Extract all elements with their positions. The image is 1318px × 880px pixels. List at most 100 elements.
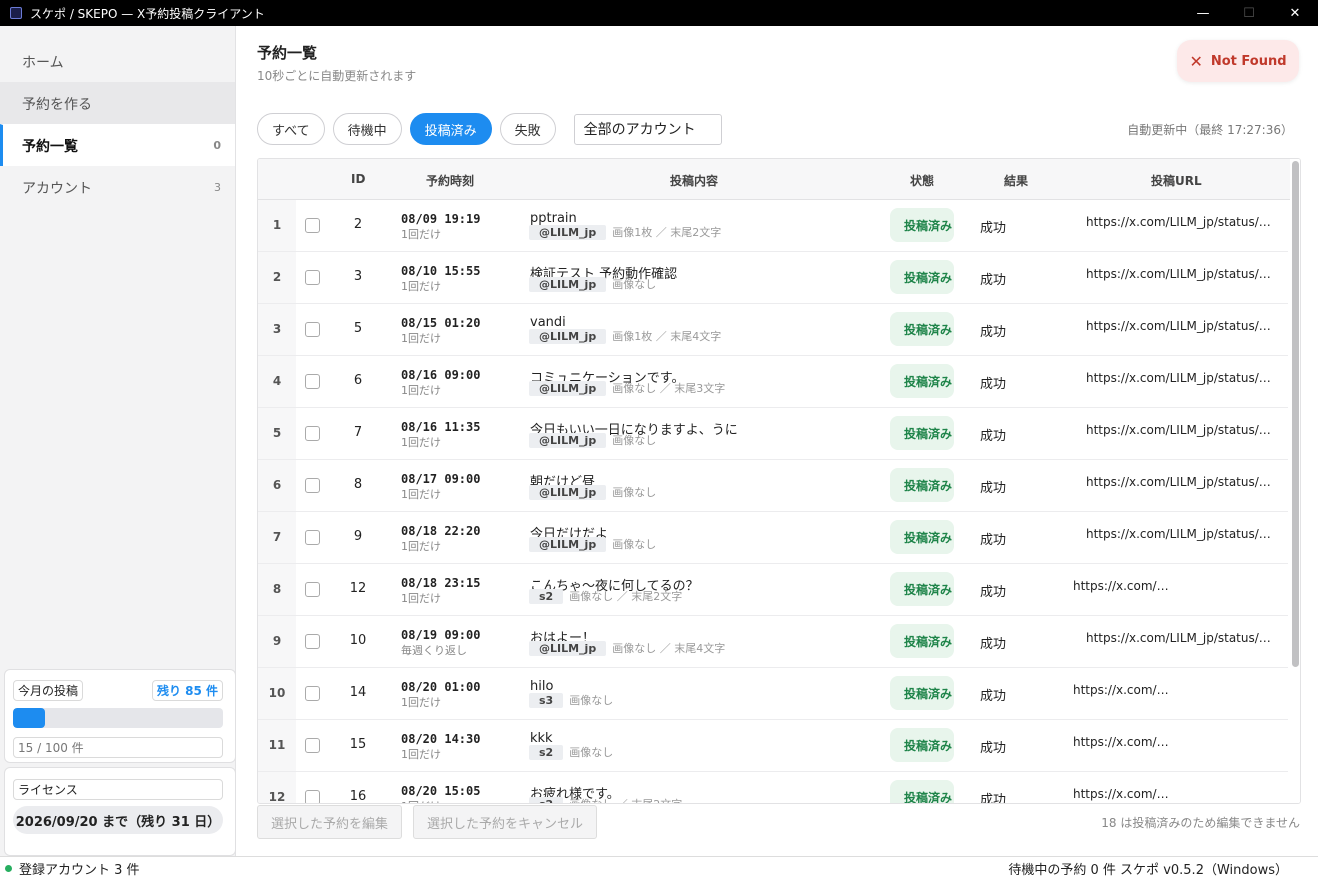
table-row[interactable]: 11 15 08/20 14:30 1回だけ kkk s2 画像なし 投稿済み 成功 https:… [258,720,1288,772]
row-checkbox[interactable] [305,426,320,441]
row-post-url[interactable]: https://x.com/LILM_jp/status/… [1086,267,1271,281]
status-badge: 投稿済み [890,416,954,450]
row-post-url[interactable]: https://x.com/… [1073,579,1169,593]
row-checkbox[interactable] [305,218,320,233]
row-checkbox[interactable] [305,686,320,701]
row-post-url[interactable]: https://x.com/LILM_jp/status/… [1086,475,1271,489]
row-media: 画像1枚 ／ 末尾4文字 [612,330,722,343]
row-post-url[interactable]: https://x.com/LILM_jp/status/… [1086,319,1271,333]
page-title: 予約一覧 [257,44,318,62]
row-id: 12 [349,581,367,596]
row-post-url[interactable]: https://x.com/LILM_jp/status/… [1086,423,1271,437]
filter-tab-pending[interactable]: 待機中 [332,113,402,145]
table-row[interactable]: 10 14 08/20 01:00 1回だけ hilo s3 画像なし 投稿済み 成功 https… [258,668,1288,720]
table-row[interactable]: 7 9 08/18 22:20 1回だけ 今日だけだよ @LILM_jp 画像なし 投稿済み成… [258,512,1288,564]
row-id: 7 [353,425,363,440]
usage-count: 15 / 100 件 [13,737,223,758]
sidebar-item-create[interactable]: 予約を作る [0,82,235,124]
table-row[interactable]: 4 6 08/16 09:00 1回だけ コミュニケーションです。 @LILM_jp 画像な… [258,356,1288,408]
table-row[interactable]: 1 2 08/09 19:19 1回だけ pptrain @LILM_jp 画像1枚 ／ 末… [258,200,1288,252]
row-media: 画像なし [612,538,657,551]
row-repeat: 1回だけ [401,228,441,241]
row-result: 成功 [980,689,1007,704]
row-id: 14 [349,685,367,700]
row-checkbox[interactable] [305,374,320,389]
row-time: 08/19 09:00 [401,628,481,642]
error-toast[interactable]: ✕ Not Found [1177,40,1299,82]
column-header-id[interactable]: ID [351,172,365,186]
row-checkbox[interactable] [305,738,320,753]
status-badge: 投稿済み [890,728,954,762]
row-account-badge: @LILM_jp [529,536,607,552]
status-badge: 投稿済み [890,572,954,606]
cancel-selected-button[interactable]: 選択した予約をキャンセル [413,805,598,839]
row-checkbox[interactable] [305,322,320,337]
table-row[interactable]: 121608/20 15:051回だけお疲れ様です。s2画像なし ／ 末尾2文字… [258,772,1288,804]
row-number: 8 [272,582,282,596]
row-account-badge: s2 [529,744,564,760]
column-header-time[interactable]: 予約時刻 [426,172,474,189]
row-result: 成功 [980,481,1007,496]
row-number: 12 [268,790,286,804]
filter-tab-all[interactable]: すべて [257,113,325,145]
filter-tab-posted[interactable]: 投稿済み [409,113,492,145]
row-post-url[interactable]: https://x.com/… [1073,735,1169,749]
row-post-url[interactable]: https://x.com/LILM_jp/status/… [1086,215,1271,229]
scrollbar-thumb[interactable] [1292,161,1299,667]
row-number: 9 [272,634,282,648]
row-repeat: 1回だけ [401,384,441,397]
account-select[interactable]: 全部のアカウント [573,113,722,145]
minimize-icon[interactable]: — [1180,0,1226,26]
table-row[interactable]: 3 5 08/15 01:20 1回だけ vandi @LILM_jp 画像1枚 ／ 末尾4… [258,304,1288,356]
column-header-result[interactable]: 結果 [1004,172,1028,189]
row-meta: @LILM_jp 画像1枚 ／ 末尾2文字 [529,224,721,240]
row-account-badge: s3 [529,692,564,708]
row-media: 画像なし [612,434,657,447]
row-post-url[interactable]: https://x.com/… [1073,683,1169,697]
row-checkbox[interactable] [305,530,320,545]
sidebar: ホーム 予約を作る 予約一覧 0 アカウント 3 今月の投稿 残り 85 件 1… [0,26,236,856]
table-scrollbar[interactable] [1290,159,1300,803]
row-checkbox[interactable] [305,270,320,285]
error-message: Not Found [1210,53,1287,69]
table-row[interactable]: 9 10 08/19 09:00 毎週くり返し おはよー！ @LILM_jp 画像なし ／ … [258,616,1288,668]
column-header-status[interactable]: 状態 [910,172,934,189]
row-checkbox[interactable] [305,478,320,493]
row-post-url[interactable]: https://x.com/LILM_jp/status/… [1086,631,1271,645]
table-row[interactable]: 2 3 08/10 15:55 1回だけ 検証テスト 予約動作確認 @LILM_jp 画像な… [258,252,1288,304]
row-result: 成功 [980,637,1007,652]
table-row[interactable]: 8 12 08/18 23:15 1回だけ こんちゃ～夜に何してるの？ s2 画像なし ／ … [258,564,1288,616]
table-row[interactable]: 6 8 08/17 09:00 1回だけ 朝だけど昼 @LILM_jp 画像なし 投稿済み 成功… [258,460,1288,512]
row-account-badge: @LILM_jp [529,328,607,344]
close-icon[interactable]: ✕ [1272,0,1318,26]
edit-selected-button[interactable]: 選択した予約を編集 [257,805,403,839]
sidebar-item-accounts[interactable]: アカウント 3 [0,166,235,208]
row-time: 08/15 01:20 [401,316,481,330]
row-media: 画像なし ／ 末尾3文字 [612,382,726,395]
row-account-badge: @LILM_jp [529,224,607,240]
row-media: 画像なし [569,694,614,707]
row-time: 08/09 19:19 [401,212,481,226]
sidebar-item-home[interactable]: ホーム [0,40,235,82]
row-post-url[interactable]: https://x.com/… [1073,787,1169,801]
maximize-icon[interactable]: ☐ [1226,0,1272,26]
row-post-url[interactable]: https://x.com/LILM_jp/status/… [1086,527,1271,541]
row-account-badge: @LILM_jp [529,640,607,656]
row-meta: @LILM_jp 画像なし ／ 末尾4文字 [529,640,725,656]
filter-bar: すべて 待機中 投稿済み 失敗 全部のアカウント [257,113,722,145]
sidebar-item-label: アカウント [22,180,92,197]
row-repeat: 1回だけ [401,592,441,605]
row-checkbox[interactable] [305,634,320,649]
column-header-content[interactable]: 投稿内容 [670,172,718,189]
sidebar-item-schedule-list[interactable]: 予約一覧 0 [0,124,235,166]
table-row[interactable]: 5 7 08/16 11:35 1回だけ 今日もいい一日になりますよ、うに @LILM_j… [258,408,1288,460]
row-meta: s2 画像なし ／ 末尾2文字 [529,588,682,604]
row-account-badge: @LILM_jp [529,380,607,396]
row-checkbox[interactable] [305,582,320,597]
row-post-url[interactable]: https://x.com/LILM_jp/status/… [1086,371,1271,385]
filter-tab-failed[interactable]: 失敗 [499,113,556,145]
close-x-icon[interactable]: ✕ [1189,52,1202,71]
row-checkbox[interactable] [305,790,320,803]
status-badge: 投稿済み [890,520,954,554]
column-header-url[interactable]: 投稿URL [1151,172,1202,189]
